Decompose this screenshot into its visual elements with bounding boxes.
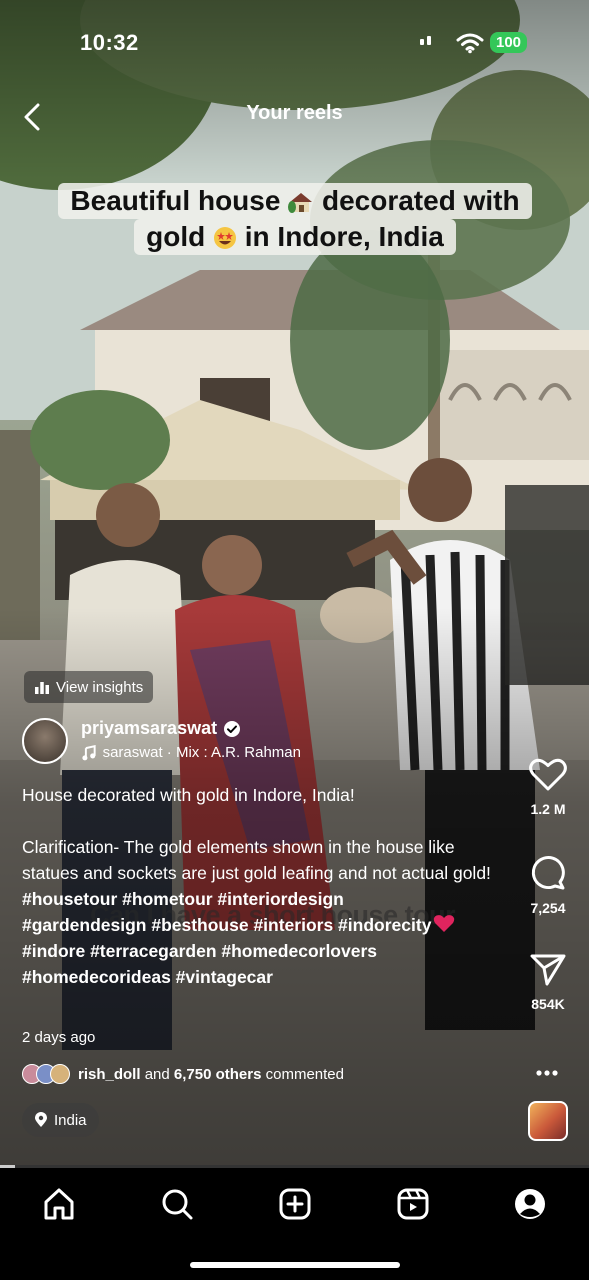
caption-hashtags[interactable]: #gardendesign #besthouse #interiors #ind… <box>22 912 502 938</box>
author-username[interactable]: priyamsaraswat <box>81 718 217 739</box>
view-insights-label: View insights <box>56 678 144 696</box>
caption-hashtags[interactable]: #homedecorideas #vintagecar <box>22 964 502 990</box>
overlay-line-2: gold in Indore, India <box>134 219 456 255</box>
house-emoji-icon <box>288 193 313 213</box>
search-icon[interactable] <box>159 1186 195 1222</box>
others-count[interactable]: 6,750 others <box>174 1066 262 1083</box>
reel-video[interactable]: Can I have a short house tour <box>0 0 589 1168</box>
page-title: Your reels <box>246 102 343 124</box>
comment-action[interactable]: 7,254 <box>520 855 576 916</box>
top-gradient <box>0 0 589 180</box>
comments-summary-connector: and <box>144 1065 170 1083</box>
bar-chart-icon <box>35 682 49 694</box>
comment-count: 7,254 <box>530 900 566 916</box>
share-count: 854K <box>531 996 565 1012</box>
more-dots-icon[interactable] <box>536 1070 558 1076</box>
cellular-signal-icon <box>420 36 431 45</box>
caption-hashtags[interactable]: #housetour #hometour #interiordesign <box>22 886 502 912</box>
video-text-overlay: Beautiful house decorated with gold in I… <box>20 183 570 255</box>
overlay-line-1: Beautiful house decorated with <box>58 183 532 219</box>
like-action[interactable]: 1.2 M <box>520 758 576 817</box>
more-options-button[interactable] <box>536 1052 558 1083</box>
commenter-avatar <box>50 1064 70 1084</box>
reel-caption[interactable]: House decorated with gold in Indore, Ind… <box>22 782 502 990</box>
comments-summary-suffix: commented <box>265 1065 344 1083</box>
audio-track-row[interactable]: saraswat · Mix : A.R. Rahman <box>81 744 301 761</box>
commenter-avatars <box>22 1064 70 1084</box>
create-icon[interactable] <box>277 1186 313 1222</box>
profile-icon[interactable] <box>512 1186 548 1222</box>
overlay-text: in Indore, India <box>244 221 444 252</box>
view-insights-button[interactable]: View insights <box>24 671 154 703</box>
home-icon[interactable] <box>41 1186 77 1222</box>
like-count: 1.2 M <box>530 801 566 817</box>
verified-badge-icon <box>224 720 241 737</box>
comments-summary[interactable]: rish_doll and 6,750 others commented <box>22 1064 344 1084</box>
reel-screen: Can I have a short house tour 10:32 100 … <box>0 0 589 1280</box>
paper-plane-icon[interactable] <box>530 953 566 987</box>
commenter-username[interactable]: rish_doll <box>78 1066 141 1083</box>
heart-icon[interactable] <box>529 758 567 792</box>
battery-indicator: 100 <box>490 32 528 53</box>
caption-hashtags[interactable]: #indore #terracegarden #homedecorlovers <box>22 938 502 964</box>
home-indicator <box>190 1262 400 1268</box>
status-time: 10:32 <box>80 30 139 55</box>
wifi-icon <box>456 33 484 54</box>
audio-track-label: saraswat · Mix : A.R. Rahman <box>102 744 301 761</box>
caption-clarification: Clarification- The gold elements shown i… <box>22 837 491 883</box>
post-time: 2 days ago <box>22 1029 96 1046</box>
caption-line: House decorated with gold in Indore, Ind… <box>22 785 355 805</box>
red-heart-emoji-icon <box>434 915 455 932</box>
author-avatar[interactable] <box>22 718 68 764</box>
audio-thumbnail[interactable] <box>528 1101 568 1141</box>
location-tag[interactable]: India <box>22 1103 99 1137</box>
reels-icon[interactable] <box>395 1186 431 1222</box>
comment-bubble-icon[interactable] <box>530 855 566 891</box>
caption-hashtags-text[interactable]: #gardendesign #besthouse #interiors #ind… <box>22 915 431 935</box>
share-action[interactable]: 854K <box>520 953 576 1012</box>
location-label: India <box>54 1111 87 1129</box>
author-username-row[interactable]: priyamsaraswat <box>81 718 241 739</box>
overlay-text: Beautiful house <box>70 185 281 216</box>
location-pin-icon <box>35 1112 47 1127</box>
music-note-icon <box>82 744 96 760</box>
overlay-text: decorated with <box>321 185 520 216</box>
star-struck-emoji-icon <box>213 227 236 249</box>
overlay-text: gold <box>146 221 206 252</box>
